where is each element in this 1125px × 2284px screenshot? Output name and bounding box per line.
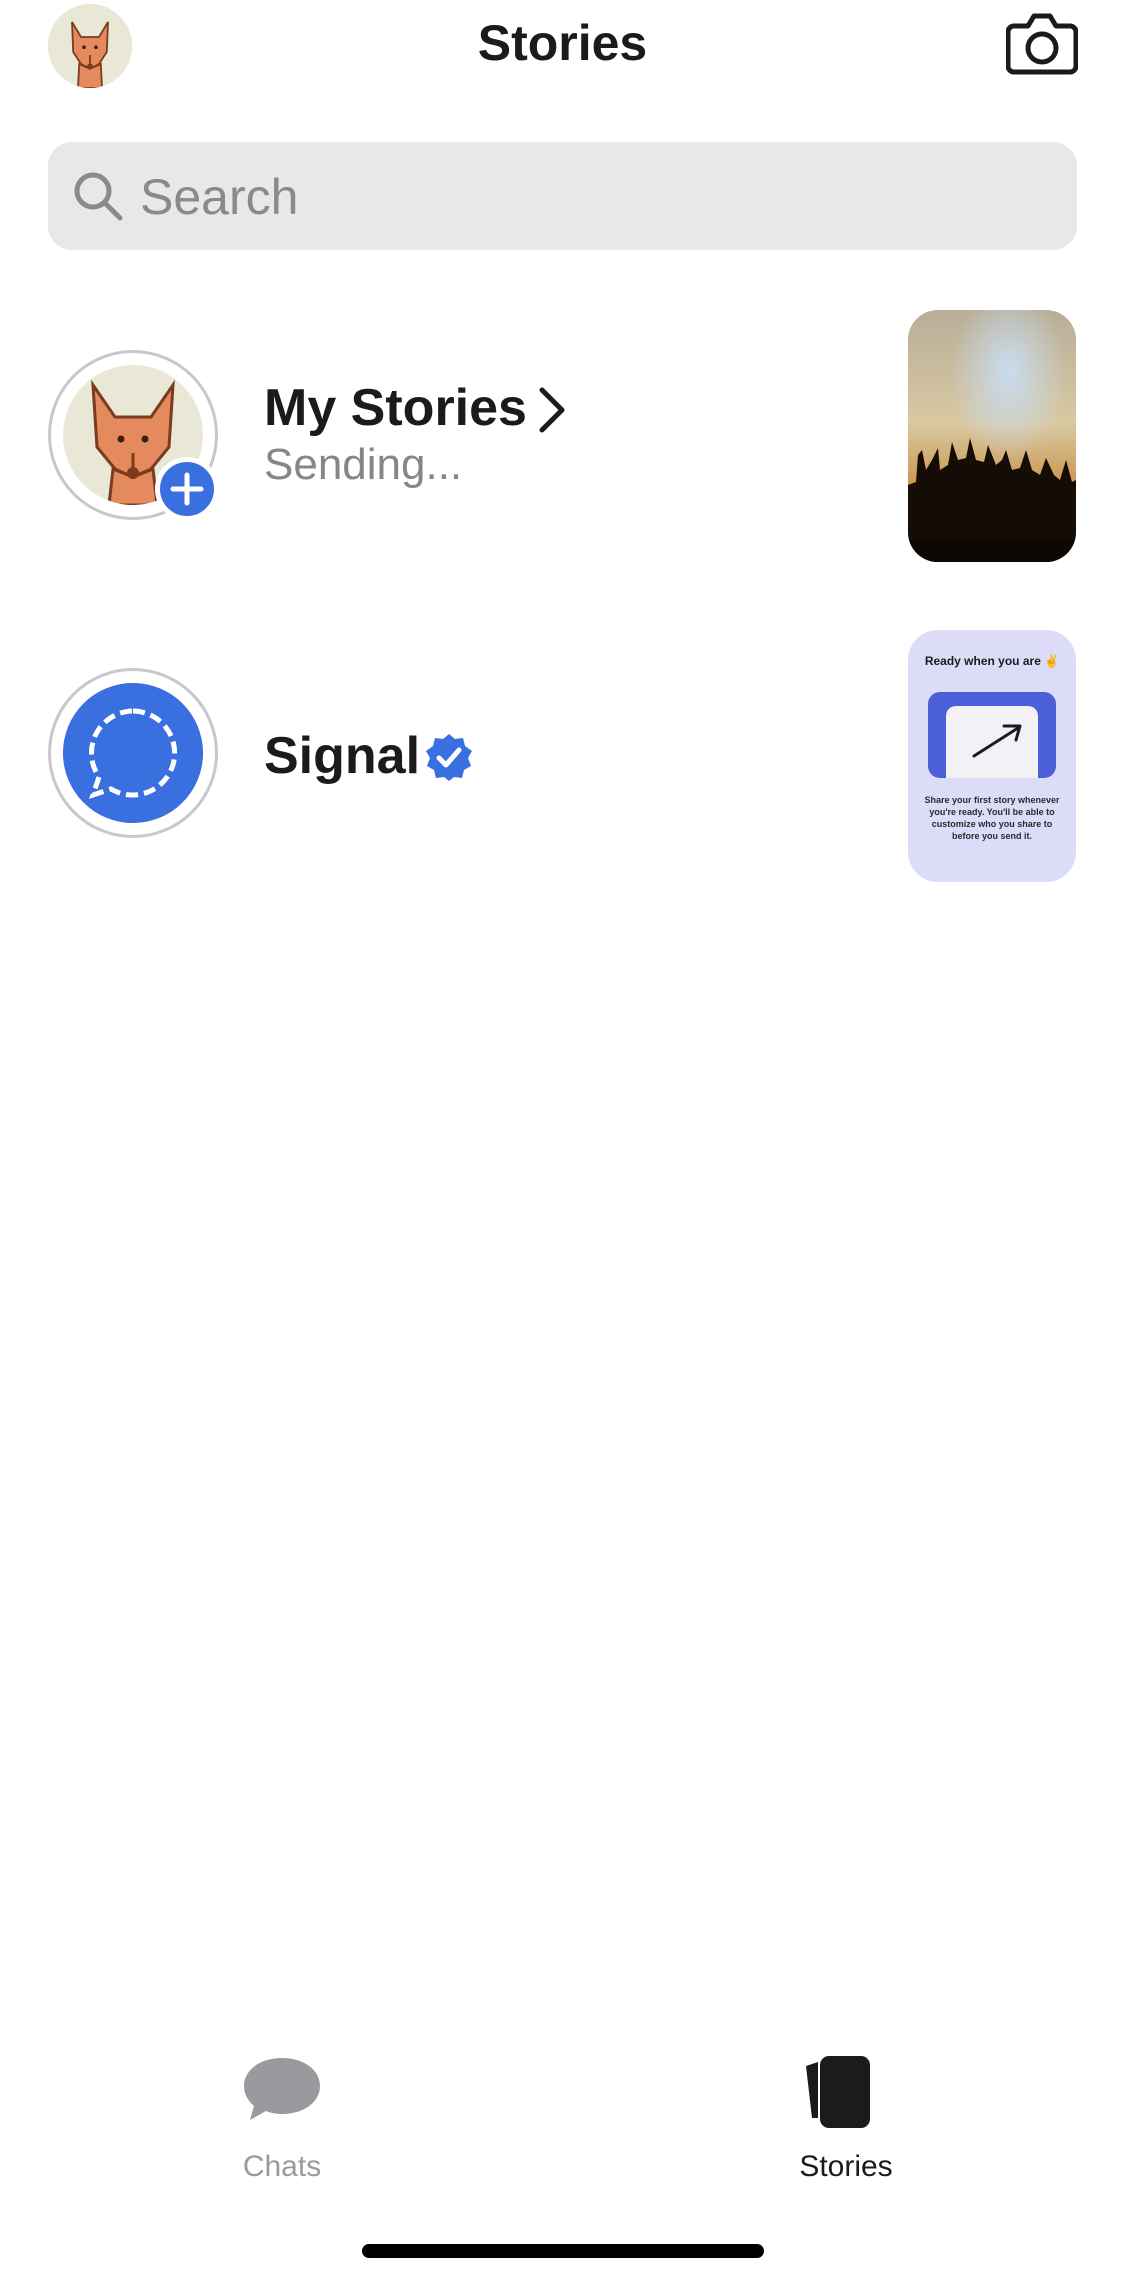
- signal-avatar[interactable]: [48, 668, 218, 838]
- tab-bar: Chats Stories: [0, 2040, 1125, 2220]
- story-thumbnail[interactable]: [908, 310, 1076, 562]
- thumbnail-illustration: [928, 692, 1056, 778]
- signal-story-row[interactable]: Signal Ready when you are ✌️ Share your …: [0, 624, 1125, 884]
- stories-icon: [806, 2056, 870, 2128]
- story-thumbnail[interactable]: Ready when you are ✌️ Share your first s…: [908, 630, 1076, 882]
- add-story-button[interactable]: [155, 457, 219, 521]
- home-indicator[interactable]: [362, 2244, 764, 2258]
- thumbnail-body: Share your first story whenever you're r…: [924, 795, 1060, 841]
- search-field[interactable]: Search: [48, 142, 1077, 250]
- signal-logo-icon: [63, 683, 203, 823]
- search-icon: [74, 172, 123, 221]
- tab-stories[interactable]: Stories: [726, 2040, 966, 2200]
- verified-badge-icon: [426, 734, 472, 781]
- page-title: Stories: [477, 15, 648, 71]
- my-stories-avatar[interactable]: [48, 350, 219, 521]
- chat-bubble-icon: [244, 2058, 320, 2120]
- chevron-right-icon: [539, 387, 565, 433]
- tab-label: Stories: [799, 2150, 893, 2183]
- story-name: My Stories: [264, 379, 527, 437]
- story-status: Sending...: [264, 440, 463, 489]
- search-placeholder: Search: [140, 169, 299, 225]
- plus-icon: [170, 472, 204, 506]
- header: Stories: [0, 0, 1125, 130]
- arrow-icon: [972, 724, 1022, 758]
- camera-button[interactable]: [1005, 10, 1079, 76]
- thumbnail-heading: Ready when you are ✌️: [924, 654, 1060, 668]
- tab-chats[interactable]: Chats: [162, 2040, 402, 2200]
- my-stories-row[interactable]: My Stories Sending...: [0, 306, 1125, 566]
- story-name: Signal: [264, 727, 421, 785]
- camera-icon: [1005, 13, 1079, 75]
- silhouettes-sunset-image: [908, 310, 1076, 562]
- tab-label: Chats: [242, 2150, 322, 2183]
